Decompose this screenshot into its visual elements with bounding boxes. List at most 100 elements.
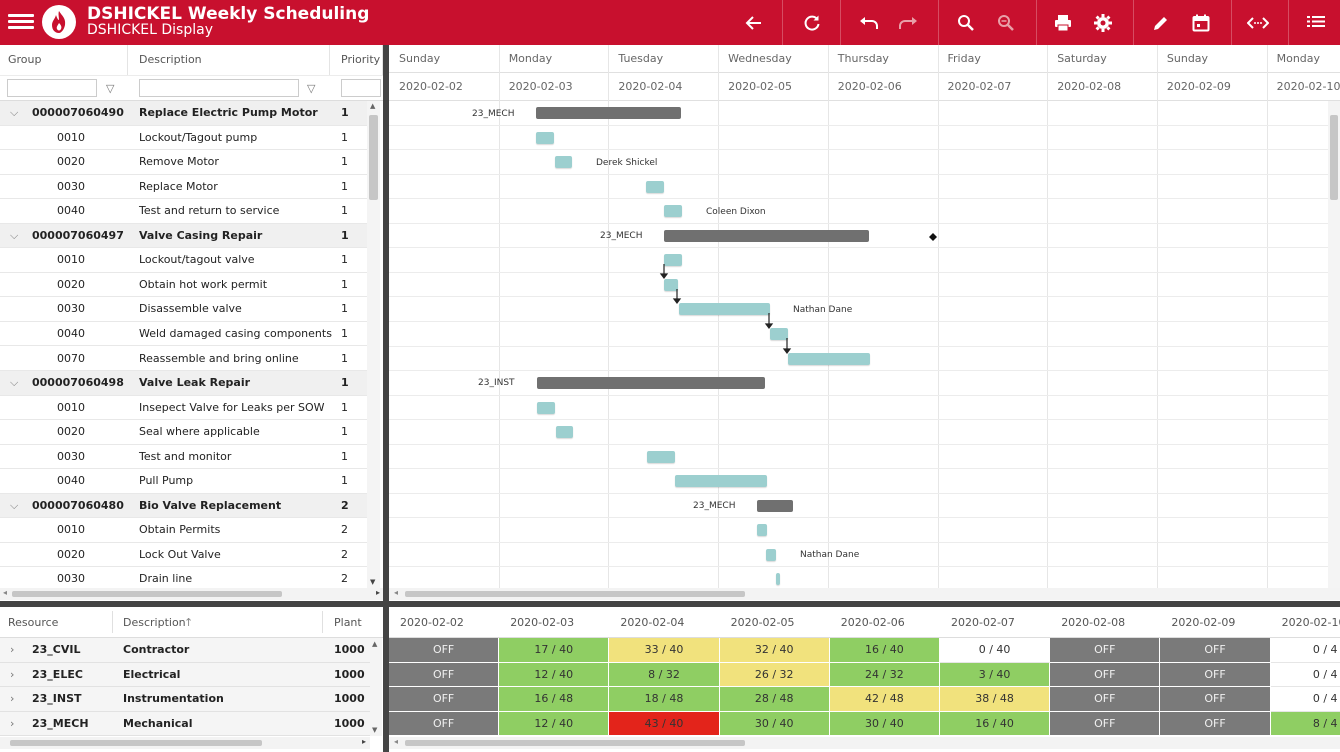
capacity-cell[interactable]: OFF	[389, 687, 500, 712]
hamburger-menu-icon[interactable]	[8, 11, 34, 33]
capacity-cell[interactable]: 33 / 40	[609, 638, 720, 663]
column-header-description[interactable]: Description	[123, 607, 186, 635]
capacity-cell[interactable]: OFF	[1160, 687, 1271, 712]
capacity-cell[interactable]: 26 / 32	[719, 662, 830, 688]
resource-row[interactable]: › 23_INST Instrumentation 1000	[0, 687, 370, 712]
capacity-cell[interactable]: 42 / 48	[829, 687, 940, 712]
capacity-cell[interactable]: 0 / 4	[1270, 662, 1340, 688]
resource-row[interactable]: › 23_CVIL Contractor 1000	[0, 638, 370, 663]
chevron-right-icon[interactable]: ›	[10, 638, 14, 662]
print-icon[interactable]	[1045, 0, 1081, 45]
filter-icon[interactable]: ▽	[106, 82, 114, 95]
table-row[interactable]: 0010 Lockout/tagout valve 1	[0, 248, 367, 273]
capacity-cell[interactable]: 18 / 48	[609, 687, 720, 712]
column-header-group[interactable]: Group	[0, 45, 128, 75]
capacity-cell[interactable]: 30 / 40	[719, 711, 830, 737]
column-header-plant[interactable]: Plant	[334, 607, 362, 635]
chevron-right-icon[interactable]: ›	[10, 712, 14, 736]
capacity-cell[interactable]: OFF	[1050, 638, 1161, 663]
capacity-cell[interactable]: OFF	[1160, 711, 1271, 737]
table-row[interactable]: 0030 Replace Motor 1	[0, 175, 367, 200]
capacity-cell[interactable]: OFF	[1160, 638, 1271, 663]
capacity-cell[interactable]: 43 / 40	[609, 711, 720, 737]
capacity-cell[interactable]: OFF	[389, 638, 500, 663]
column-header-priority[interactable]: Priority	[333, 45, 383, 75]
capacity-cell[interactable]: 16 / 40	[829, 638, 940, 663]
capacity-cell[interactable]: 38 / 48	[940, 687, 1051, 712]
capacity-cell[interactable]: 3 / 40	[940, 662, 1051, 688]
table-row[interactable]: 0010 Lockout/Tagout pump 1	[0, 126, 367, 151]
resource-vertical-scrollbar[interactable]: ▲ ▼	[370, 638, 382, 736]
capacity-cell[interactable]: 30 / 40	[829, 711, 940, 737]
gantt-horizontal-scrollbar[interactable]: ◂	[389, 588, 1340, 600]
table-row[interactable]: 0040 Weld damaged casing components 1	[0, 322, 367, 347]
zoom-out-icon[interactable]	[988, 0, 1024, 45]
list-icon[interactable]	[1298, 0, 1334, 45]
group-row[interactable]: ⌵ 000007060480 Bio Valve Replacement 2	[0, 493, 367, 519]
table-row[interactable]: 0020 Remove Motor 1	[0, 150, 367, 175]
table-row[interactable]: 0010 Obtain Permits 2	[0, 518, 367, 543]
capacity-cell[interactable]: 0 / 4	[1270, 687, 1340, 712]
redo-icon[interactable]	[890, 0, 926, 45]
capacity-cell[interactable]: 28 / 48	[719, 687, 830, 712]
calendar-icon[interactable]	[1183, 0, 1219, 45]
zoom-in-icon[interactable]	[948, 0, 984, 45]
edit-icon[interactable]	[1143, 0, 1179, 45]
expand-horizontal-icon[interactable]	[1240, 0, 1276, 45]
table-row[interactable]: 0070 Reassemble and bring online 1	[0, 347, 367, 371]
capacity-cell[interactable]: OFF	[1050, 711, 1161, 737]
capacity-cell[interactable]: OFF	[1050, 662, 1161, 688]
back-arrow-icon[interactable]	[736, 0, 772, 45]
sort-ascending-icon[interactable]: ↑	[184, 607, 193, 635]
chevron-right-icon[interactable]: ›	[10, 663, 14, 687]
capacity-cell[interactable]: 12 / 40	[499, 711, 610, 737]
table-row[interactable]: 0010 Insepect Valve for Leaks per SOW 1	[0, 396, 367, 421]
group-row[interactable]: ⌵ 000007060497 Valve Casing Repair 1	[0, 223, 367, 249]
table-row[interactable]: 0020 Obtain hot work permit 1	[0, 273, 367, 298]
group-filter-input[interactable]	[7, 79, 97, 97]
chevron-down-icon[interactable]: ⌵	[10, 371, 18, 395]
column-header-description[interactable]: Description	[131, 45, 330, 75]
capacity-cell[interactable]: 24 / 32	[829, 662, 940, 688]
capacity-cell[interactable]: 0 / 4	[1270, 638, 1340, 663]
capacity-cell[interactable]: OFF	[1160, 662, 1271, 688]
group-row[interactable]: ⌵ 000007060498 Valve Leak Repair 1	[0, 371, 367, 396]
priority-filter-input[interactable]	[341, 79, 381, 97]
chevron-right-icon[interactable]: ›	[10, 687, 14, 711]
capacity-horizontal-scrollbar[interactable]: ◂	[389, 737, 1340, 749]
capacity-cell[interactable]: 16 / 48	[499, 687, 610, 712]
table-row[interactable]: 0040 Pull Pump 1	[0, 469, 367, 494]
gantt-vertical-scrollbar[interactable]	[1328, 101, 1340, 588]
table-row[interactable]: 0030 Test and monitor 1	[0, 445, 367, 470]
capacity-cell[interactable]: OFF	[389, 662, 500, 688]
capacity-cell[interactable]: OFF	[1050, 687, 1161, 712]
capacity-cell[interactable]: 8 / 32	[609, 662, 720, 688]
chevron-down-icon[interactable]: ⌵	[10, 101, 18, 125]
grid-horizontal-scrollbar[interactable]: ◂ ▸	[0, 588, 383, 600]
table-row[interactable]: 0030 Disassemble valve 1	[0, 297, 367, 322]
group-row[interactable]: ⌵ 000007060490 Replace Electric Pump Motor…	[0, 101, 367, 126]
capacity-cell[interactable]: OFF	[389, 711, 500, 737]
undo-icon[interactable]	[851, 0, 887, 45]
table-row[interactable]: 0020 Seal where applicable 1	[0, 420, 367, 445]
filter-icon[interactable]: ▽	[307, 82, 315, 95]
priority-cell: 1	[341, 106, 349, 119]
capacity-cell[interactable]: 16 / 40	[940, 711, 1051, 737]
capacity-cell[interactable]: 17 / 40	[499, 638, 610, 663]
grid-vertical-scrollbar[interactable]: ▲ ▼	[367, 101, 380, 588]
description-filter-input[interactable]	[139, 79, 299, 97]
table-row[interactable]: 0020 Lock Out Valve 2	[0, 543, 367, 568]
capacity-cell[interactable]: 12 / 40	[499, 662, 610, 688]
table-row[interactable]: 0040 Test and return to service 1	[0, 199, 367, 224]
settings-icon[interactable]	[1085, 0, 1121, 45]
column-header-resource[interactable]: Resource	[8, 607, 58, 635]
refresh-icon[interactable]	[794, 0, 830, 45]
chevron-down-icon[interactable]: ⌵	[10, 224, 18, 248]
capacity-cell[interactable]: 8 / 4	[1270, 711, 1340, 737]
resource-horizontal-scrollbar[interactable]: ▸	[0, 737, 370, 749]
chevron-down-icon[interactable]: ⌵	[10, 494, 18, 518]
capacity-cell[interactable]: 32 / 40	[719, 638, 830, 663]
capacity-cell[interactable]: 0 / 40	[940, 638, 1051, 663]
resource-row[interactable]: › 23_MECH Mechanical 1000	[0, 711, 370, 737]
resource-row[interactable]: › 23_ELEC Electrical 1000	[0, 662, 370, 688]
